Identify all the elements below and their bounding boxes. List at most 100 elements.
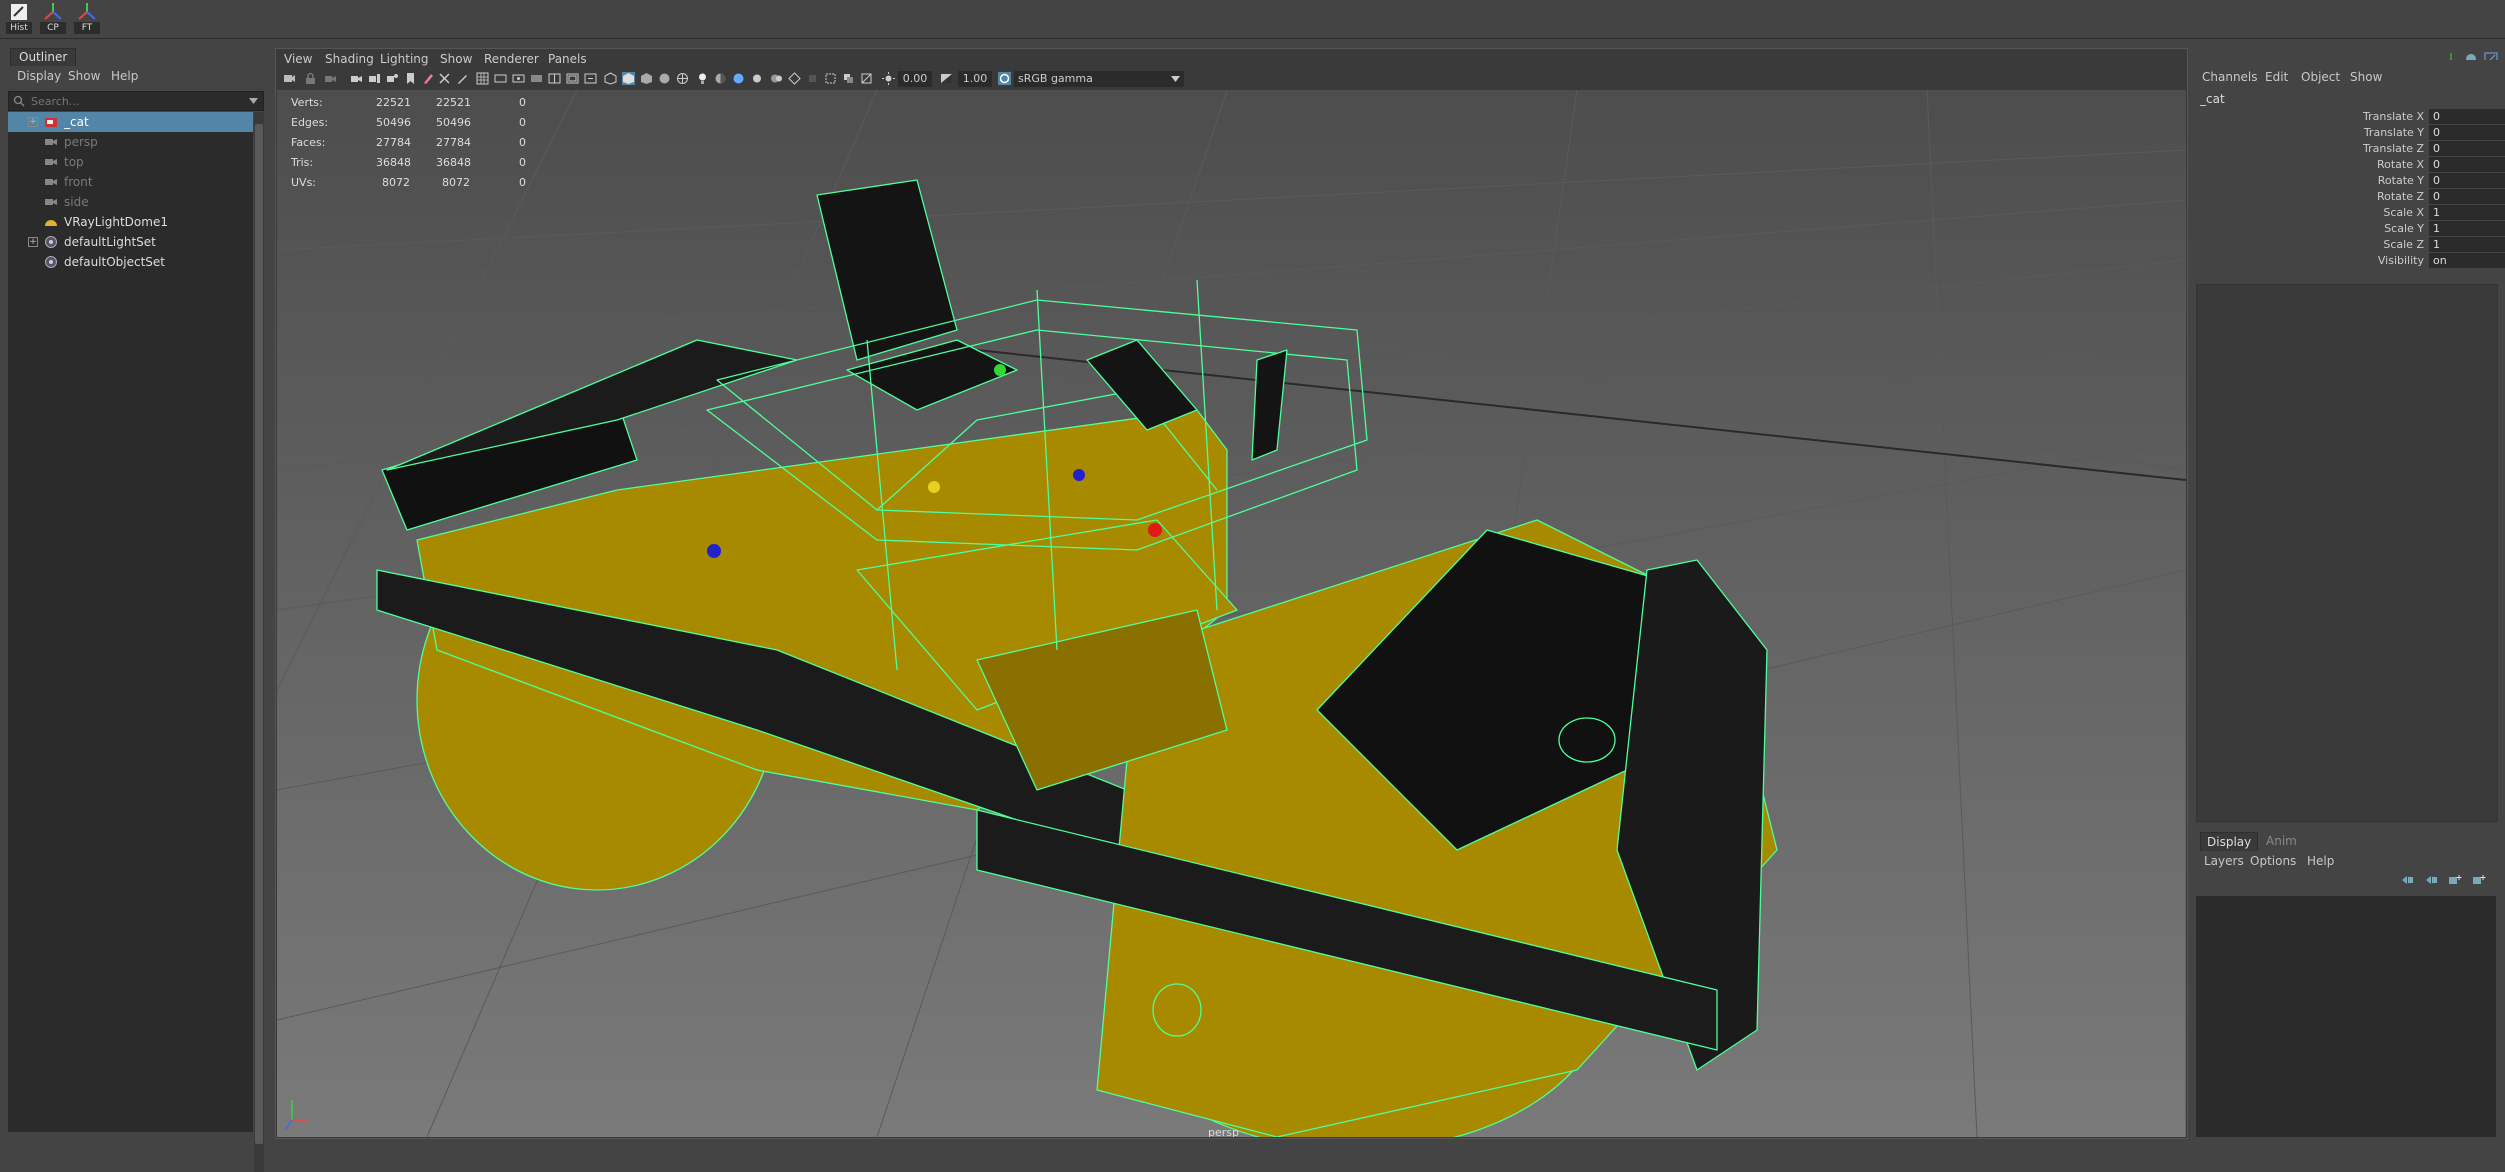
select-camera-icon[interactable] [283, 72, 296, 85]
channel-menu-channels[interactable]: Channels [2202, 70, 2258, 84]
depth-of-field-icon[interactable] [788, 72, 801, 85]
isolate-select-icon[interactable] [824, 72, 837, 85]
attribute-value[interactable]: 0 [2429, 125, 2505, 140]
center-pivot-button[interactable]: CP [40, 2, 66, 34]
expand-icon[interactable]: + [28, 117, 38, 127]
grease-pencil-icon[interactable] [404, 72, 417, 85]
viewport-menu-show[interactable]: Show [440, 52, 472, 66]
outliner-item-top[interactable]: top [8, 152, 253, 172]
attribute-row-rotate-z[interactable]: Rotate Z 0 [2190, 189, 2505, 205]
outliner-menu-display[interactable]: Display [17, 69, 61, 83]
viewport-menu-renderer[interactable]: Renderer [484, 52, 539, 66]
pencil-icon[interactable] [456, 72, 469, 85]
attribute-value[interactable]: 0 [2429, 189, 2505, 204]
camera-attributes-icon[interactable] [324, 72, 337, 85]
channel-menu-edit[interactable]: Edit [2265, 70, 2288, 84]
image-plane-icon[interactable] [368, 72, 381, 85]
use-all-lights-icon[interactable] [676, 72, 689, 85]
gate-mask-icon[interactable] [530, 72, 543, 85]
outliner-item-cat[interactable]: + _cat [8, 112, 253, 132]
viewport-menu-view[interactable]: View [284, 52, 312, 66]
channel-menu-object[interactable]: Object [2301, 70, 2340, 84]
resolution-gate-icon[interactable] [512, 72, 525, 85]
screen-space-ao-icon[interactable] [732, 72, 745, 85]
history-button[interactable]: Hist [6, 2, 32, 34]
scrollbar-thumb[interactable] [255, 124, 263, 1144]
layer-menu-help[interactable]: Help [2307, 854, 2334, 868]
manipulator-center-handle[interactable] [928, 481, 940, 493]
grid-snap-icon[interactable] [438, 72, 451, 85]
motion-blur-icon[interactable] [752, 72, 765, 85]
xray-icon[interactable] [806, 72, 819, 85]
manipulator-z-handle-alt[interactable] [707, 544, 721, 558]
attribute-value[interactable]: 0 [2429, 157, 2505, 172]
attribute-value[interactable]: 0 [2429, 141, 2505, 156]
outliner-item-persp[interactable]: persp [8, 132, 253, 152]
color-management-icon[interactable] [998, 72, 1011, 85]
new-layer-icon[interactable] [2448, 874, 2462, 886]
pen-icon[interactable] [422, 72, 435, 85]
lock-camera-icon[interactable] [304, 72, 317, 85]
tab-display[interactable]: Display [2200, 832, 2259, 851]
attribute-value[interactable]: 1 [2429, 237, 2505, 252]
gamma-icon[interactable] [940, 72, 953, 85]
outliner-item-vraylightdome[interactable]: VRayLightDome1 [8, 212, 253, 232]
chevron-down-icon[interactable] [249, 98, 258, 104]
safe-title-icon[interactable] [584, 72, 597, 85]
attribute-value[interactable]: 1 [2429, 221, 2505, 236]
manipulator-y-handle[interactable] [994, 364, 1006, 376]
attribute-row-rotate-x[interactable]: Rotate X 0 [2190, 157, 2505, 173]
outliner-item-front[interactable]: front [8, 172, 253, 192]
freeze-transform-button[interactable]: FT [74, 2, 100, 34]
outliner-menu-show[interactable]: Show [68, 69, 100, 83]
3d-viewport[interactable]: Verts: 22521 22521 0 Edges: 50496 50496 … [277, 90, 2186, 1137]
exposure-icon[interactable] [882, 72, 895, 85]
attribute-row-rotate-y[interactable]: Rotate Y 0 [2190, 173, 2505, 189]
outliner-item-side[interactable]: side [8, 192, 253, 212]
tab-anim[interactable]: Anim [2260, 832, 2303, 850]
outliner-tab[interactable]: Outliner [10, 48, 77, 66]
wireframe-icon[interactable] [604, 72, 617, 85]
safe-action-icon[interactable] [566, 72, 579, 85]
outliner-item-defaultobjectset[interactable]: defaultObjectSet [8, 252, 253, 272]
new-layer-from-selection-icon[interactable] [2472, 874, 2486, 886]
outliner-menu-help[interactable]: Help [111, 69, 138, 83]
expand-icon[interactable]: + [28, 237, 38, 247]
lights-icon[interactable] [696, 72, 709, 85]
outliner-scrollbar[interactable] [254, 112, 264, 1172]
xray-joints-icon[interactable] [842, 72, 855, 85]
grid-icon[interactable] [476, 72, 489, 85]
layer-menu-layers[interactable]: Layers [2204, 854, 2244, 868]
default-lighting-icon[interactable] [640, 72, 653, 85]
xray-active-icon[interactable] [860, 72, 873, 85]
channel-menu-show[interactable]: Show [2350, 70, 2382, 84]
viewport-menu-lighting[interactable]: Lighting [380, 52, 429, 66]
multisample-icon[interactable] [770, 72, 783, 85]
field-chart-icon[interactable] [548, 72, 561, 85]
attribute-row-translate-z[interactable]: Translate Z 0 [2190, 141, 2505, 157]
textured-icon[interactable] [658, 72, 671, 85]
color-space-select[interactable]: sRGB gamma [1014, 71, 1184, 87]
layer-menu-options[interactable]: Options [2250, 854, 2296, 868]
attribute-row-scale-y[interactable]: Scale Y 1 [2190, 221, 2505, 237]
outliner-item-defaultlightset[interactable]: + defaultLightSet [8, 232, 253, 252]
attribute-value[interactable]: 1 [2429, 205, 2505, 220]
viewport-menu-shading[interactable]: Shading [325, 52, 374, 66]
2d-pan-zoom-icon[interactable] [386, 72, 399, 85]
smooth-shade-icon[interactable] [622, 72, 635, 85]
gamma-field[interactable]: 1.00 [958, 71, 992, 87]
manipulator-x-handle[interactable] [1148, 523, 1162, 537]
exposure-field[interactable]: 0.00 [898, 71, 932, 87]
film-gate-icon[interactable] [494, 72, 507, 85]
attribute-row-visibility[interactable]: Visibility on [2190, 253, 2505, 269]
manipulator-z-handle[interactable] [1073, 469, 1085, 481]
attribute-row-scale-x[interactable]: Scale X 1 [2190, 205, 2505, 221]
outliner-search-input[interactable] [31, 92, 231, 110]
move-layer-down-icon[interactable] [2424, 874, 2438, 886]
attribute-row-translate-x[interactable]: Translate X 0 [2190, 109, 2505, 125]
attribute-row-scale-z[interactable]: Scale Z 1 [2190, 237, 2505, 253]
attribute-value[interactable]: 0 [2429, 173, 2505, 188]
move-layer-up-icon[interactable] [2400, 874, 2414, 886]
attribute-value[interactable]: 0 [2429, 109, 2505, 124]
shadows-icon[interactable] [714, 72, 727, 85]
